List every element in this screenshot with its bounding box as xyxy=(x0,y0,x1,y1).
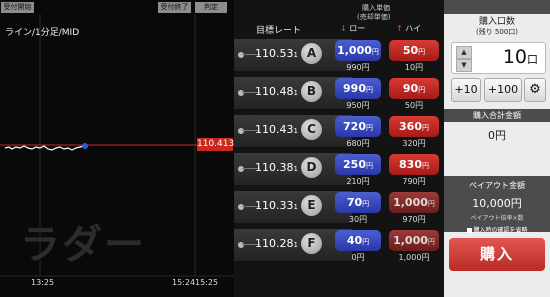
down-arrow-icon: ↓ xyxy=(340,24,347,33)
high-buy-button[interactable]: 90円 xyxy=(389,78,439,99)
accept-end-label: 受付終了 xyxy=(158,2,191,13)
row-handle-icon xyxy=(238,204,244,210)
plus-100-button[interactable]: +100 xyxy=(484,78,522,102)
qty-title: 購入口数 xyxy=(478,17,515,27)
target-rate: 110.431 xyxy=(255,123,298,136)
rate-row-d: 110.381 D 250円 210円 830円 790円 xyxy=(234,150,444,186)
target-rate: 110.531 xyxy=(255,47,298,60)
high-sell-price: 50円 xyxy=(404,101,424,110)
total-value: 0円 xyxy=(488,129,506,142)
header-target-rate: 目標レート xyxy=(256,26,302,36)
decrement-icon[interactable]: ▼ xyxy=(456,59,472,72)
qty-value[interactable]: 10口 xyxy=(503,46,538,68)
chart-panel: 受付開始 受付終了 判定 ライン/1分足/MID 110.413 ラダー 13:… xyxy=(0,0,234,297)
payout-box: ペイアウト金額 10,000円 ペイアウト倍率×数 購入時の確認を省略 xyxy=(444,176,550,234)
time-label-start: 13:25 xyxy=(31,278,55,287)
increment-icon[interactable]: ▲ xyxy=(456,46,472,59)
quantity-stepper[interactable]: ▲ ▼ 10口 xyxy=(451,42,546,74)
qty-remaining: (残り 500口) xyxy=(475,28,519,36)
row-handle-icon xyxy=(238,242,244,248)
current-price-marker xyxy=(82,143,88,149)
row-handle-icon xyxy=(238,52,244,58)
skip-confirm-option[interactable]: 購入時の確認を省略 xyxy=(444,225,550,234)
high-buy-button[interactable]: 360円 xyxy=(389,116,439,137)
high-buy-button[interactable]: 830円 xyxy=(389,154,439,175)
low-sell-price: 210円 xyxy=(346,177,370,186)
high-buy-button[interactable]: 50円 xyxy=(389,40,439,61)
high-buy-button[interactable]: 1,000円 xyxy=(389,230,439,251)
low-sell-price: 950円 xyxy=(346,101,370,110)
high-buy-button[interactable]: 1,000円 xyxy=(389,192,439,213)
payout-title: ペイアウト金額 xyxy=(469,181,525,190)
time-label-end: 15:24 xyxy=(172,278,196,287)
target-rate: 110.381 xyxy=(255,161,298,174)
high-sell-price: 10円 xyxy=(404,63,424,72)
row-letter-badge: D xyxy=(301,157,322,178)
row-handle-icon xyxy=(238,166,244,172)
high-sell-price: 320円 xyxy=(402,139,426,148)
time-label-judge: 15:25 xyxy=(195,278,219,287)
price-line xyxy=(4,145,85,151)
rate-row-e: 110.331 E 70円 30円 1,000円 970円 xyxy=(234,188,444,224)
row-letter-badge: A xyxy=(301,43,322,64)
rate-row-b: 110.481 B 990円 950円 90円 50円 xyxy=(234,74,444,110)
up-arrow-icon: ↑ xyxy=(396,24,403,33)
rate-row-c: 110.431 C 720円 680円 360円 320円 xyxy=(234,112,444,148)
high-sell-price: 970円 xyxy=(402,215,426,224)
low-buy-button[interactable]: 70円 xyxy=(335,192,381,213)
accept-start-label: 受付開始 xyxy=(1,2,34,13)
rate-row-a: 110.531 A 1,000円 990円 50円 10円 xyxy=(234,36,444,72)
row-handle-icon xyxy=(238,90,244,96)
low-buy-button[interactable]: 990円 xyxy=(335,78,381,99)
low-sell-price: 680円 xyxy=(346,139,370,148)
high-sell-price: 790円 xyxy=(402,177,426,186)
high-sell-price: 1,000円 xyxy=(398,253,430,262)
total-title: 購入合計金額 xyxy=(444,109,550,122)
header-sell-price: (売却単価) xyxy=(357,13,391,21)
row-letter-badge: B xyxy=(301,81,322,102)
low-buy-button[interactable]: 720円 xyxy=(335,116,381,137)
target-rate: 110.331 xyxy=(255,199,298,212)
buy-button[interactable]: 購入 xyxy=(449,238,545,271)
plus-10-button[interactable]: +10 xyxy=(451,78,481,102)
header-high: ↑ ハイ xyxy=(396,24,422,33)
low-buy-button[interactable]: 250円 xyxy=(335,154,381,175)
gear-icon[interactable]: ⚙ xyxy=(524,78,546,102)
header-low: ↓ ロー xyxy=(340,24,366,33)
checkbox-icon[interactable] xyxy=(466,228,472,233)
payout-value: 10,000円 xyxy=(472,197,522,210)
current-price-tag: 110.413 xyxy=(197,138,235,151)
row-letter-badge: F xyxy=(301,233,322,254)
chart-title: ライン/1分足/MID xyxy=(5,28,80,38)
low-buy-button[interactable]: 1,000円 xyxy=(335,40,381,61)
low-sell-price: 0円 xyxy=(351,253,365,262)
row-letter-badge: E xyxy=(301,195,322,216)
row-letter-badge: C xyxy=(301,119,322,140)
rate-table: 目標レート 購入単価 (売却単価) ↓ ロー ↑ ハイ 110.531 A 1,… xyxy=(234,0,444,297)
ladder-watermark: ラダー xyxy=(20,222,146,268)
payout-note: ペイアウト倍率×数 xyxy=(470,215,524,222)
panel-top-bar xyxy=(444,0,550,14)
order-panel: 購入口数 (残り 500口) ▲ ▼ 10口 +10 +100 ⚙ 購入合計金額… xyxy=(444,0,550,297)
low-sell-price: 30円 xyxy=(348,215,368,224)
judge-label: 判定 xyxy=(195,2,227,13)
low-sell-price: 990円 xyxy=(346,63,370,72)
row-handle-icon xyxy=(238,128,244,134)
target-rate: 110.481 xyxy=(255,85,298,98)
target-rate: 110.281 xyxy=(255,237,298,250)
low-buy-button[interactable]: 40円 xyxy=(335,230,381,251)
rate-row-f: 110.281 F 40円 0円 1,000円 1,000円 xyxy=(234,226,444,262)
